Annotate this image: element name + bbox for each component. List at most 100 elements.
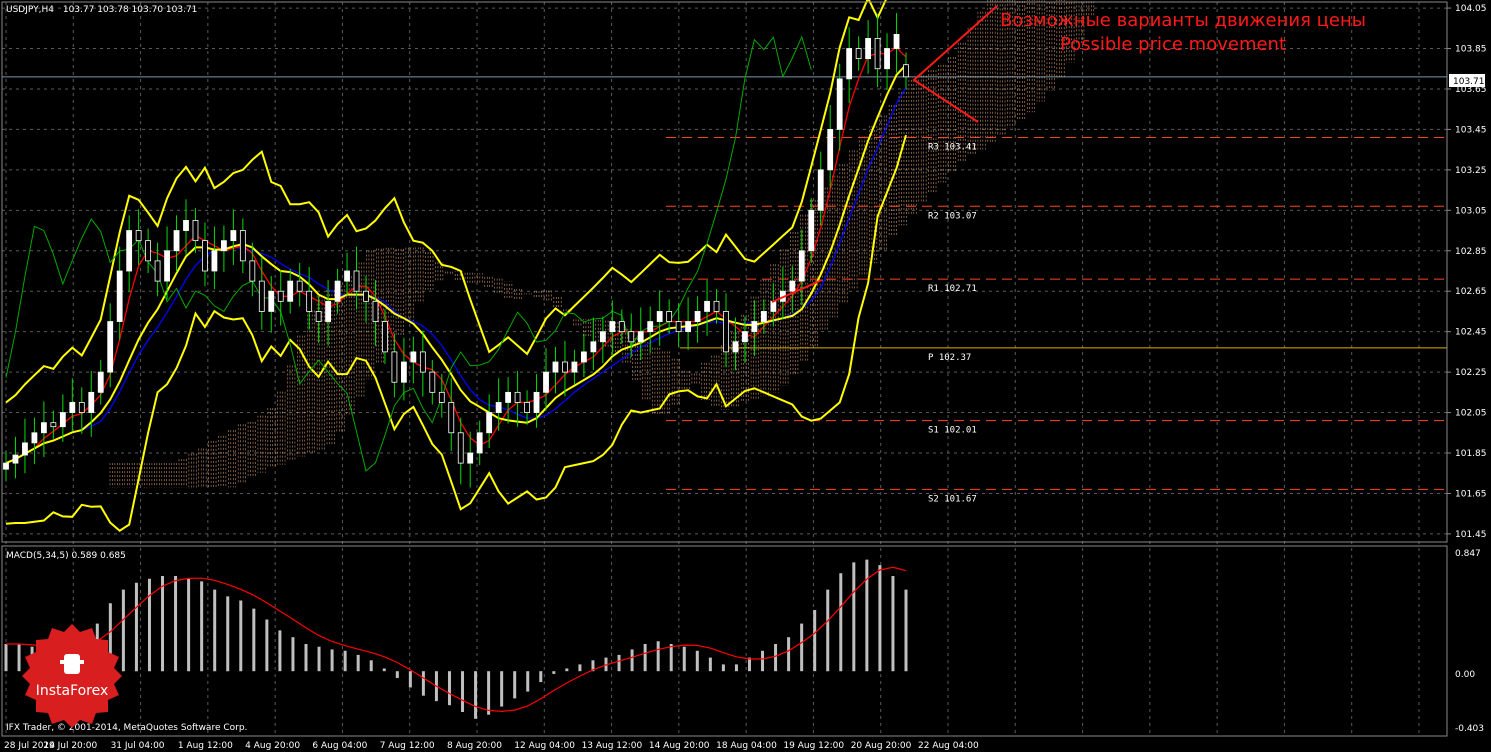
y-tick-label: 103.05	[1455, 206, 1487, 216]
candle-body	[590, 341, 597, 353]
candle-body	[363, 290, 369, 302]
candle-body	[145, 240, 152, 262]
candle-body	[846, 48, 853, 80]
symbol-header: USDJPY,H4 103.77 103.78 103.70 103.71	[6, 5, 197, 15]
candle-body	[88, 391, 95, 413]
candle-body	[116, 270, 123, 322]
macd-axis-max: 0.847	[1455, 549, 1481, 559]
candle-body	[306, 290, 313, 312]
pivot-levels: R3 103.41 R2 103.07 R1 102.71 P 102.37 S1 10…	[666, 137, 1447, 504]
candle-body	[97, 371, 104, 393]
x-tick-label: 18 Aug 04:00	[716, 741, 777, 751]
candle-body	[22, 442, 28, 456]
logo-seal	[22, 624, 122, 728]
annotation-en: Possible price movement	[1060, 34, 1286, 55]
candle-body	[239, 230, 246, 262]
candle-body	[3, 462, 9, 470]
arrow-lines	[912, 5, 998, 123]
candle-body	[400, 361, 407, 383]
candle-body	[495, 402, 502, 413]
candle-body	[12, 454, 19, 464]
macd-panel-frame	[1, 545, 1448, 737]
candle-body	[865, 38, 872, 60]
candle-body	[514, 391, 521, 403]
candle-body	[107, 321, 114, 373]
y-tick-label: 103.25	[1455, 166, 1487, 176]
candle-body	[808, 209, 815, 252]
candle-body	[656, 311, 663, 322]
candle-body	[78, 402, 85, 413]
candle-body	[543, 371, 549, 393]
candle-body	[183, 220, 189, 231]
y-tick-label: 101.85	[1455, 449, 1487, 459]
candle-body	[344, 270, 350, 282]
candle-body	[637, 331, 644, 343]
candle-body	[220, 240, 227, 252]
candle-body	[211, 250, 218, 272]
candle-body	[647, 321, 654, 333]
y-tick-label: 102.45	[1455, 328, 1487, 338]
candle-body	[40, 422, 47, 434]
candle-body	[884, 48, 890, 70]
candles	[3, 13, 909, 488]
candle-body	[277, 290, 284, 302]
candle-body	[742, 331, 748, 343]
macd-header: MACD(5,34,5) 0.589 0.685	[6, 551, 126, 561]
candle-body	[524, 402, 530, 413]
candle-body	[817, 169, 824, 211]
x-tick-label: 4 Aug 20:00	[245, 741, 300, 751]
candle-body	[903, 64, 909, 78]
y-tick-label: 103.45	[1455, 125, 1487, 135]
y-tick-label: 102.85	[1455, 247, 1487, 257]
candle-body	[334, 280, 341, 302]
candle-body	[562, 361, 568, 373]
chart-canvas: R3 103.41 R2 103.07 R1 102.71 P 102.37 S1 10…	[1, 0, 1487, 751]
candle-body	[126, 230, 133, 272]
candle-body	[353, 270, 360, 292]
candle-body	[258, 280, 265, 312]
candle-body	[505, 391, 512, 403]
ohlc-values: 103.77 103.78 103.70 103.71	[63, 5, 198, 15]
candle-body	[723, 311, 729, 353]
pivot-label: R2 103.07	[928, 211, 977, 221]
pivot-label: R3 103.41	[928, 143, 977, 153]
candle-body	[628, 331, 635, 343]
x-tick-label: 31 Jul 04:00	[111, 741, 165, 751]
candle-body	[382, 321, 388, 353]
candle-body	[666, 311, 673, 322]
candle-body	[268, 290, 275, 312]
candle-body	[694, 311, 701, 322]
candle-body	[154, 260, 161, 282]
candle-body	[325, 300, 332, 322]
candle-body	[760, 311, 767, 322]
candle-body	[31, 432, 38, 444]
candle-body	[580, 351, 587, 363]
candle-body	[827, 129, 834, 171]
candle-body	[533, 391, 540, 413]
y-tick-label: 102.25	[1455, 368, 1487, 378]
y-tick-label: 101.65	[1455, 489, 1487, 499]
pivot-label: R1 102.71	[928, 284, 977, 294]
y-tick-label: 101.45	[1455, 530, 1487, 540]
candle-body	[438, 391, 445, 403]
candle-body	[713, 300, 720, 312]
x-tick-label: 14 Aug 20:00	[649, 741, 710, 751]
candle-body	[855, 48, 862, 60]
annotation-ru: Возможные варианты движения цены	[1000, 10, 1366, 31]
x-tick-label: 1 Aug 12:00	[178, 741, 233, 751]
candle-body	[192, 220, 199, 242]
x-tick-label: 13 Aug 12:00	[582, 741, 643, 751]
grid-lines	[2, 2, 1447, 736]
candle-body	[789, 280, 796, 292]
macd-axis-zero: 0.00	[1455, 670, 1475, 680]
candle-body	[419, 351, 426, 373]
pivot-label: S2 101.67	[928, 494, 977, 504]
pivot-label: P 102.37	[928, 353, 971, 363]
candle-body	[173, 230, 180, 252]
logo-text: InstaForex	[36, 683, 109, 699]
candle-body	[599, 331, 606, 343]
x-tick-label: 29 Jul 20:00	[43, 741, 97, 751]
candle-body	[457, 432, 464, 464]
candle-body	[751, 321, 758, 333]
candle-body	[69, 402, 76, 413]
